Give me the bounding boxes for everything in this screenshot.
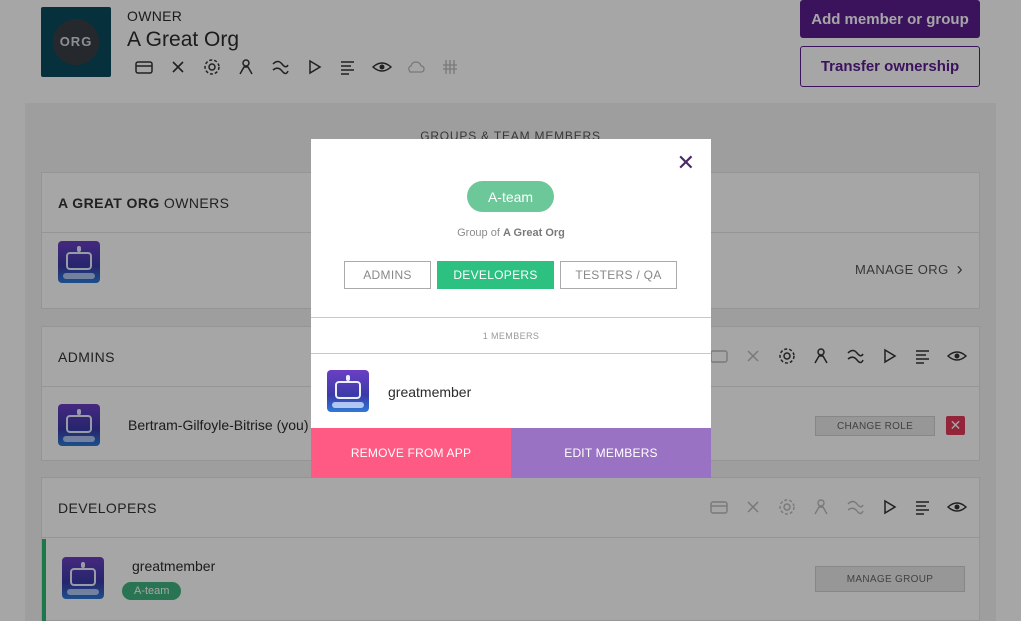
close-icon[interactable]: ✕ <box>677 152 695 174</box>
tab-developers[interactable]: DEVELOPERS <box>437 261 554 289</box>
edit-members-button[interactable]: EDIT MEMBERS <box>511 428 711 478</box>
tab-testers-qa[interactable]: TESTERS / QA <box>560 261 677 289</box>
members-count: 1 MEMBERS <box>311 317 711 354</box>
list-item: greatmember <box>311 354 711 428</box>
group-modal: ✕ A-team Group of A Great Org ADMINS DEV… <box>311 139 711 478</box>
member-name: greatmember <box>388 384 472 400</box>
group-of-prefix: Group of <box>457 227 503 239</box>
team-name-pill: A-team <box>467 181 554 212</box>
avatar <box>327 370 369 412</box>
remove-from-app-button[interactable]: REMOVE FROM APP <box>311 428 511 478</box>
page: ORG OWNER A Great Org Add member or grou… <box>0 0 1021 621</box>
tab-admins[interactable]: ADMINS <box>344 261 431 289</box>
group-of-text: Group of A Great Org <box>311 227 711 239</box>
group-of-org: A Great Org <box>502 227 565 239</box>
role-tabs: ADMINS DEVELOPERS TESTERS / QA <box>344 261 677 289</box>
